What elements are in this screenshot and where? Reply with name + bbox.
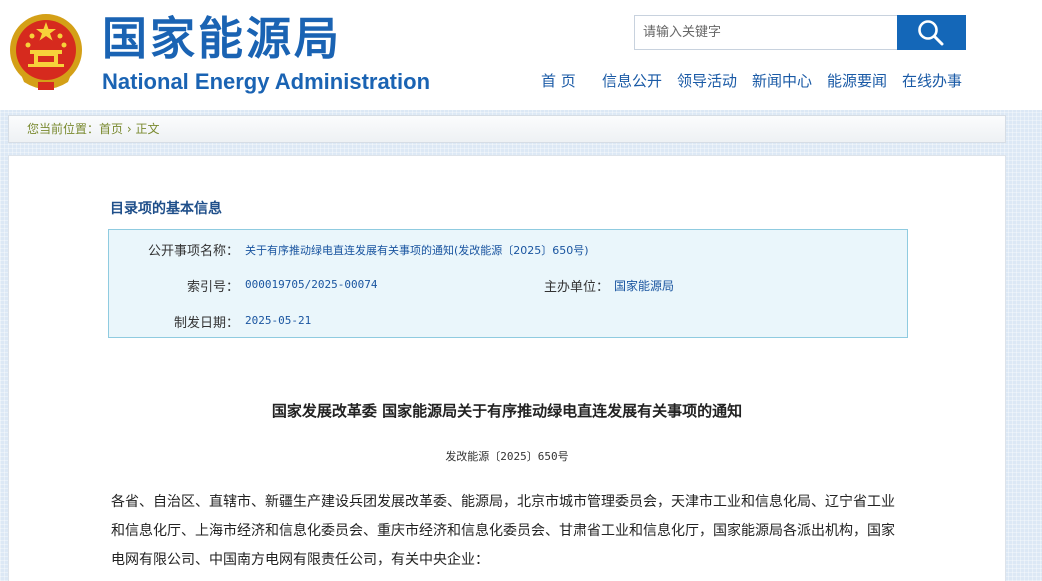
breadcrumb-prefix: 您当前位置： <box>27 122 100 136</box>
info-box: 公开事项名称： 关于有序推动绿电直连发展有关事项的通知(发改能源〔2025〕65… <box>108 229 908 338</box>
breadcrumb-current: 正文 <box>135 122 160 136</box>
breadcrumb: 您当前位置：首页 › 正文 <box>8 115 1006 143</box>
nav-item-energy-news[interactable]: 能源要闻 <box>827 70 887 92</box>
search-button[interactable] <box>897 15 966 50</box>
nav-item-home[interactable]: 首 页 <box>541 70 576 92</box>
document-number: 发改能源〔2025〕650号 <box>445 450 569 463</box>
name-value: 关于有序推动绿电直连发展有关事项的通知(发改能源〔2025〕650号) <box>245 244 589 257</box>
name-label: 公开事项名称： <box>147 244 239 259</box>
org-label: 主办单位： <box>543 280 609 295</box>
nav-item-info-disclosure[interactable]: 信息公开 <box>602 70 662 92</box>
index-label: 索引号： <box>186 280 239 295</box>
nav-item-online-services[interactable]: 在线办事 <box>902 70 962 92</box>
info-section-heading: 目录项的基本信息 <box>110 201 222 217</box>
search-icon <box>918 20 944 46</box>
nav-item-leadership[interactable]: 领导活动 <box>677 70 737 92</box>
org-value: 国家能源局 <box>614 279 675 293</box>
date-label: 制发日期： <box>173 316 239 331</box>
document-title: 国家发展改革委 国家能源局关于有序推动绿电直连发展有关事项的通知 <box>271 402 743 420</box>
nav-item-news-center[interactable]: 新闻中心 <box>752 70 812 92</box>
site-title-cn: 国家能源局 <box>102 12 343 65</box>
breadcrumb-separator: › <box>123 122 136 136</box>
search-input[interactable] <box>634 15 898 50</box>
index-value: 000019705/2025-00074 <box>245 278 378 291</box>
main-content: 目录项的基本信息 公开事项名称： 关于有序推动绿电直连发展有关事项的通知(发改能… <box>8 155 1006 581</box>
breadcrumb-home-link[interactable]: 首页 <box>99 122 123 136</box>
document-body: 各省、自治区、直辖市、新疆生产建设兵团发展改革委、能源局，北京市城市管理委员会，… <box>111 494 895 568</box>
date-value: 2025-05-21 <box>245 314 312 327</box>
site-header: 国家能源局 National Energy Administration 首 页… <box>0 0 1042 110</box>
main-nav: 首 页 信息公开 领导活动 新闻中心 能源要闻 在线办事 <box>0 70 1042 92</box>
